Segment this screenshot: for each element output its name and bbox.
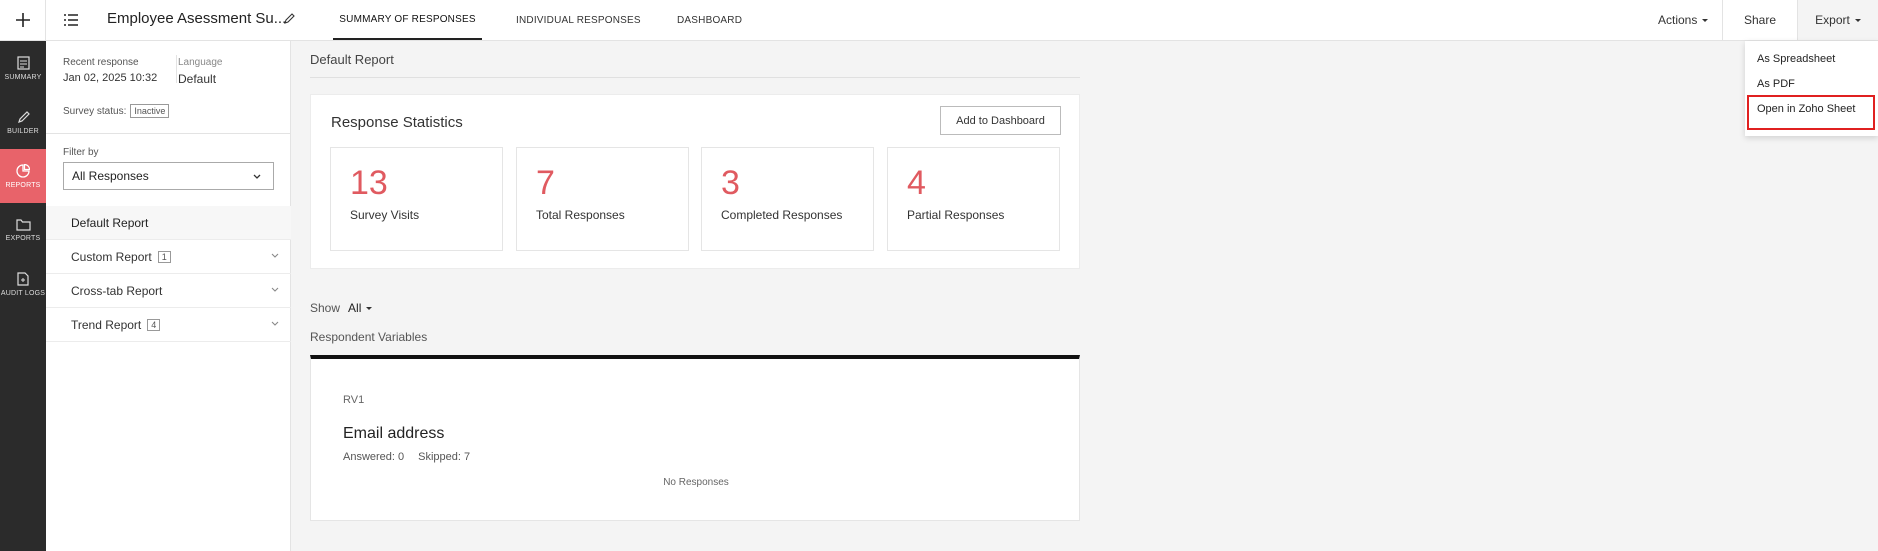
show-filter: Show All (310, 301, 373, 315)
caret-down-icon (1854, 18, 1861, 22)
show-dropdown[interactable]: All (348, 301, 373, 315)
nav-audit-logs-label: AUDIT LOGS (0, 289, 46, 297)
survey-title: Employee Asessment Su... (107, 10, 287, 27)
report-item-trend[interactable]: Trend Report 4 (46, 308, 291, 342)
left-nav: SUMMARY BUILDER REPORTS EXPORTS AUDIT LO… (0, 41, 46, 551)
page-title: Default Report (310, 52, 394, 67)
nav-audit-logs[interactable]: AUDIT LOGS (0, 257, 46, 311)
rv-question: Email address (343, 425, 445, 442)
chevron-down-icon[interactable] (271, 253, 279, 259)
nav-builder-label: BUILDER (7, 127, 39, 135)
nav-builder[interactable]: BUILDER (0, 95, 46, 149)
chevron-down-icon (253, 174, 261, 179)
report-item-cross-tab[interactable]: Cross-tab Report (46, 274, 291, 308)
report-item-label: Trend Report (71, 317, 142, 332)
stat-completed-responses: 3 Completed Responses (701, 147, 874, 251)
respondent-variables-title: Respondent Variables (310, 330, 428, 344)
stat-label: Total Responses (536, 208, 625, 222)
export-menu: As Spreadsheet As PDF Open in Zoho Sheet (1745, 41, 1878, 136)
nav-summary[interactable]: SUMMARY (0, 41, 46, 95)
report-side-panel: Recent response Jan 02, 2025 10:32 Langu… (46, 41, 291, 551)
edit-title-icon[interactable] (283, 12, 295, 30)
report-item-label: Custom Report (71, 249, 152, 264)
recent-response-label: Recent response (63, 57, 139, 68)
top-bar: Employee Asessment Su... SUMMARY OF RESP… (0, 0, 1878, 41)
status-badge: Inactive (130, 104, 170, 118)
report-item-label: Default Report (71, 215, 149, 230)
divider (310, 77, 1080, 78)
show-value: All (348, 301, 362, 315)
nav-reports-label: REPORTS (5, 181, 41, 189)
rv-meta: Answered: 0 Skipped: 7 (343, 451, 470, 463)
no-responses-text: No Responses (663, 477, 729, 488)
document-icon (17, 271, 29, 286)
survey-status-label: Survey status: (63, 106, 127, 117)
add-to-dashboard-button[interactable]: Add to Dashboard (940, 106, 1061, 135)
stat-value: 7 (536, 164, 555, 202)
report-item-default[interactable]: Default Report (46, 206, 291, 240)
actions-button[interactable]: Actions (1658, 0, 1709, 40)
folder-icon (15, 219, 31, 231)
response-statistics-card: Response Statistics Add to Dashboard 13 … (310, 94, 1080, 269)
recent-response-value: Jan 02, 2025 10:32 (63, 72, 158, 84)
respondent-variable-card: RV1 Email address Answered: 0 Skipped: 7 … (310, 355, 1080, 521)
summary-icon (16, 55, 30, 70)
stat-value: 4 (907, 164, 926, 202)
report-item-custom[interactable]: Custom Report 1 (46, 240, 291, 274)
report-item-label: Cross-tab Report (71, 283, 163, 298)
plus-icon (15, 13, 30, 27)
recent-response-block: Recent response Jan 02, 2025 10:32 (63, 57, 157, 84)
filter-select[interactable]: All Responses (63, 162, 274, 190)
show-label: Show (310, 301, 341, 315)
nav-exports[interactable]: EXPORTS (0, 203, 46, 257)
pencil-icon (17, 110, 30, 123)
stat-value: 3 (721, 164, 740, 202)
language-block: Language Default (178, 57, 223, 86)
language-label: Language (178, 57, 223, 68)
filter-select-value: All Responses (72, 169, 149, 183)
tab-summary-of-responses[interactable]: SUMMARY OF RESPONSES (333, 0, 482, 40)
nav-exports-label: EXPORTS (5, 235, 41, 242)
export-button[interactable]: Export (1798, 0, 1878, 40)
chevron-down-icon[interactable] (271, 321, 279, 327)
language-value: Default (178, 72, 217, 86)
highlight-box (1747, 95, 1875, 130)
menu-item-as-spreadsheet[interactable]: As Spreadsheet (1757, 53, 1835, 65)
stat-value: 13 (350, 164, 388, 202)
answered-count: Answered: 0 (343, 451, 405, 463)
count-badge: 4 (147, 318, 161, 331)
filter-by-label: Filter by (63, 147, 99, 158)
stat-label: Completed Responses (721, 208, 843, 222)
stat-partial-responses: 4 Partial Responses (887, 147, 1060, 251)
rv-code: RV1 (343, 394, 365, 406)
stat-total-responses: 7 Total Responses (516, 147, 689, 251)
tab-individual-responses[interactable]: INDIVIDUAL RESPONSES (516, 0, 641, 40)
share-button[interactable]: Share (1722, 0, 1798, 40)
tab-dashboard[interactable]: DASHBOARD (677, 0, 742, 40)
chevron-down-icon[interactable] (271, 287, 279, 293)
skipped-count: Skipped: 7 (418, 451, 471, 463)
stats-title: Response Statistics (331, 114, 463, 131)
stat-survey-visits: 13 Survey Visits (330, 147, 503, 251)
pie-chart-icon (16, 163, 30, 178)
nav-summary-label: SUMMARY (4, 73, 42, 81)
survey-status-row: Survey status: Inactive (63, 101, 170, 119)
export-label: Export (1815, 13, 1850, 27)
list-icon (64, 14, 78, 26)
count-badge: 1 (157, 250, 171, 263)
survey-list-button[interactable] (46, 0, 96, 40)
stat-label: Survey Visits (350, 208, 420, 222)
nav-reports[interactable]: REPORTS (0, 149, 46, 203)
create-button[interactable] (0, 0, 46, 40)
actions-label: Actions (1658, 13, 1698, 27)
divider (176, 55, 177, 83)
caret-down-icon (1702, 18, 1709, 22)
divider (46, 133, 291, 134)
caret-down-icon (366, 307, 373, 311)
stat-label: Partial Responses (907, 208, 1005, 222)
menu-item-as-pdf[interactable]: As PDF (1757, 78, 1795, 90)
